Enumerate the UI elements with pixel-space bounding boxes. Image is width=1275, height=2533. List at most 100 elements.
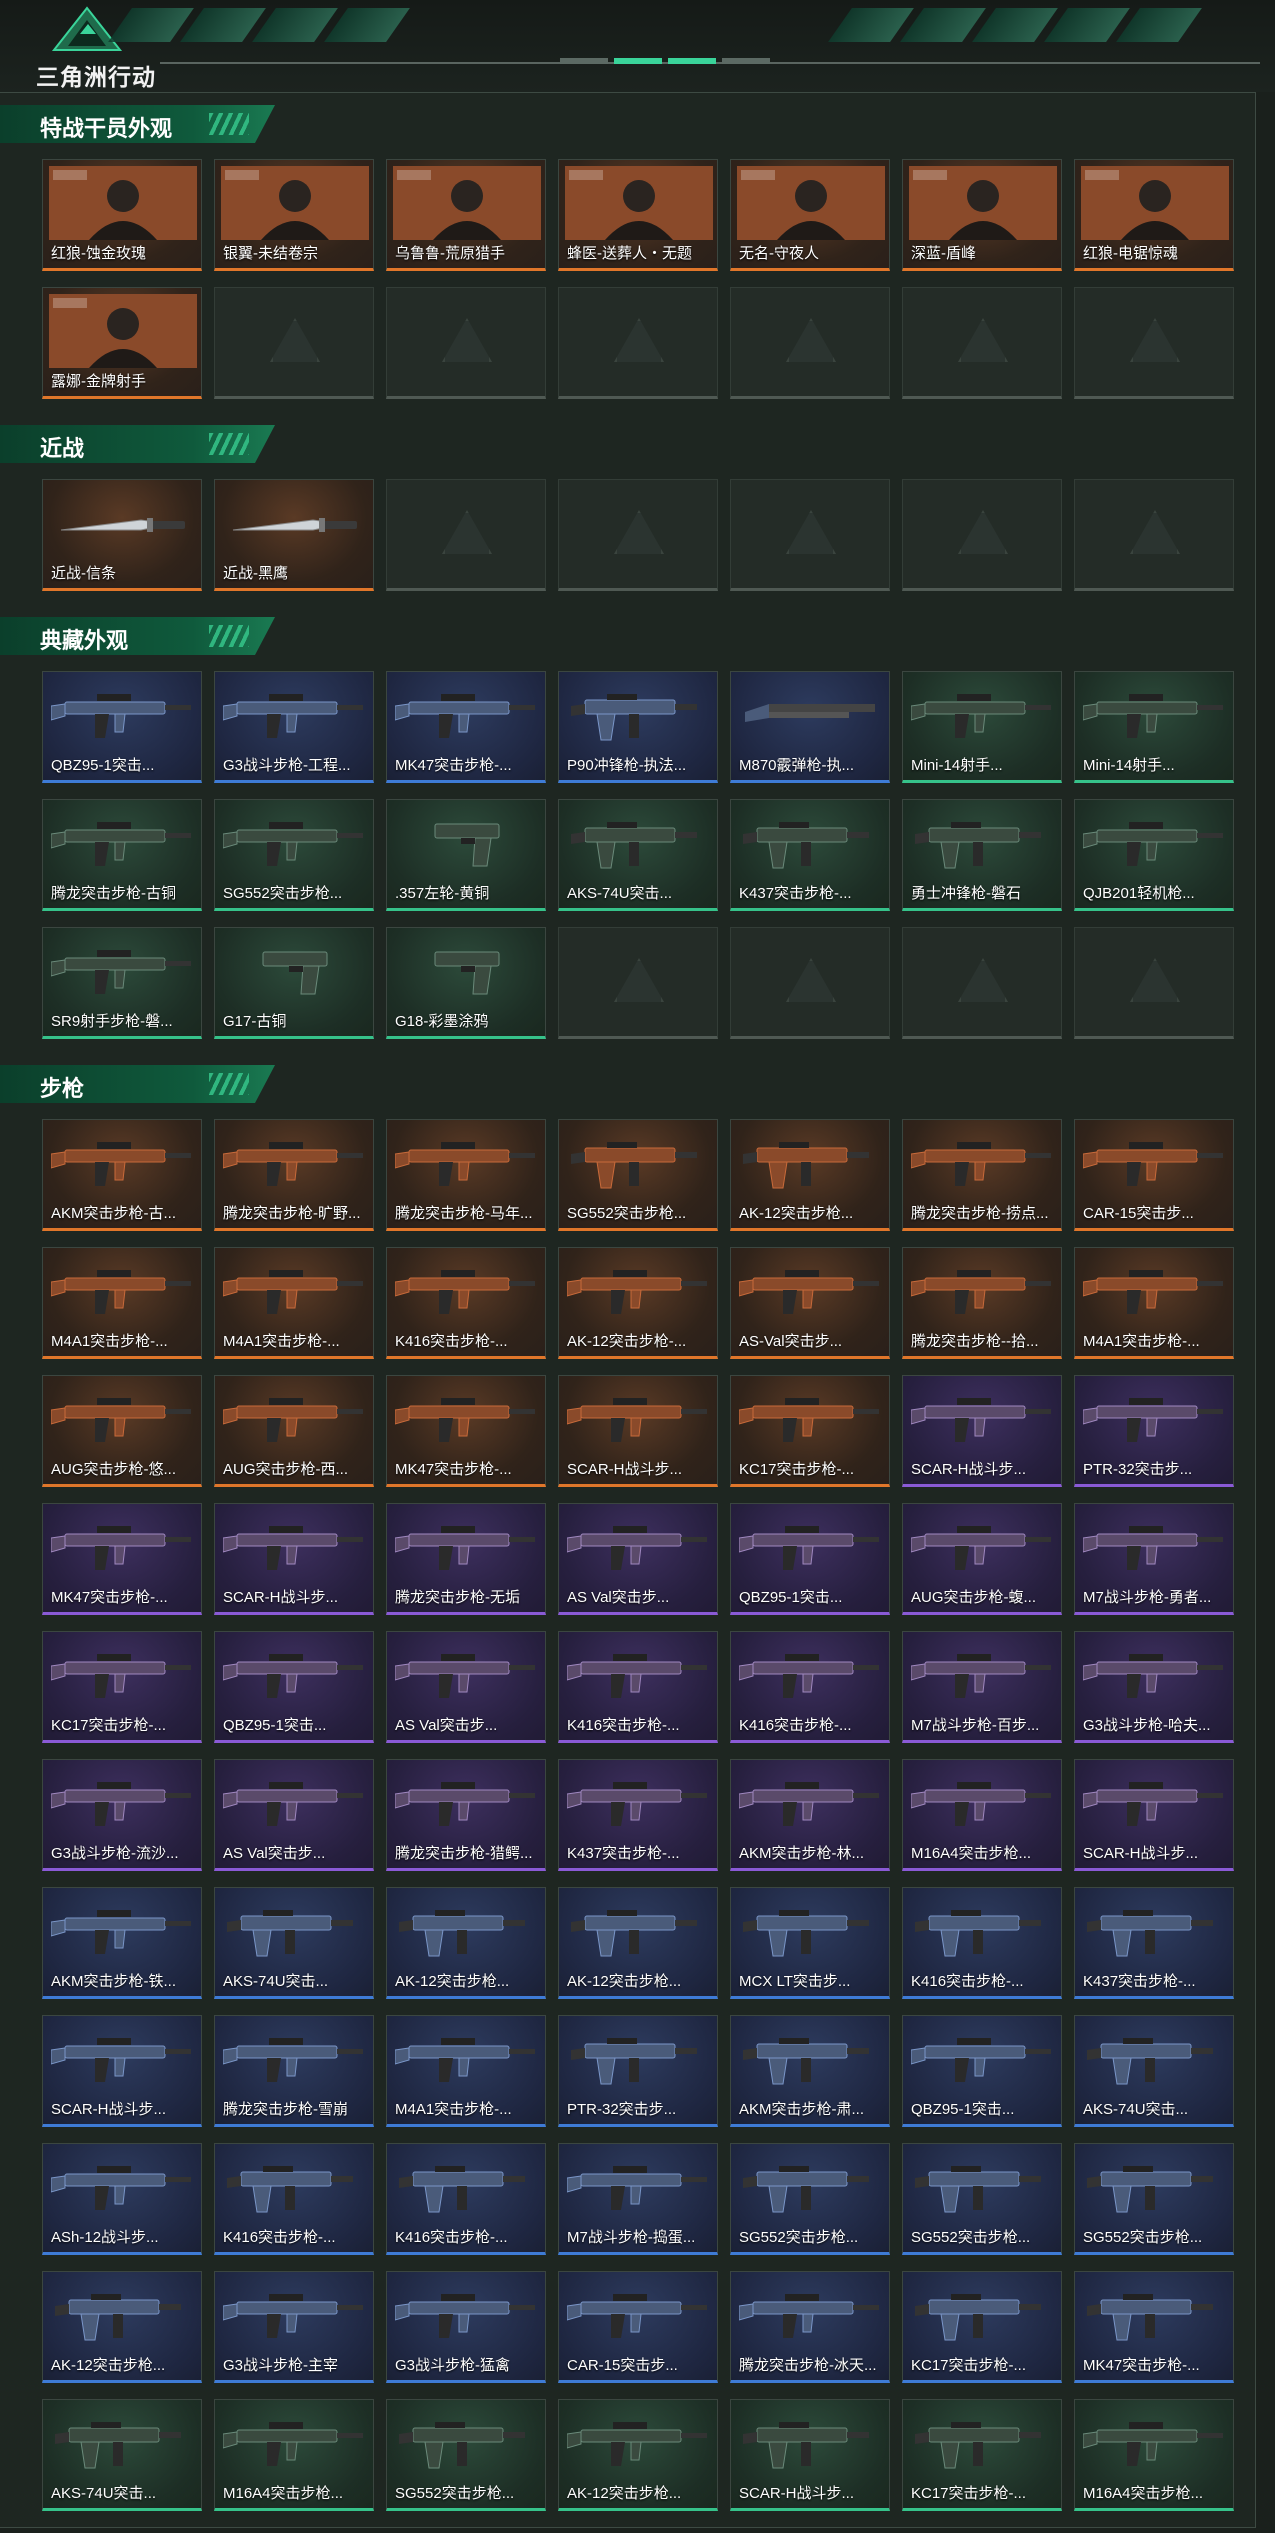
item-card[interactable]: SG552突击步枪... (1074, 2143, 1234, 2255)
item-card[interactable]: SCAR-H战斗步... (42, 2015, 202, 2127)
item-card[interactable]: M16A4突击步枪... (214, 2399, 374, 2511)
item-card[interactable]: AUG突击步枪-蝮... (902, 1503, 1062, 1615)
item-card[interactable]: MK47突击步枪-... (386, 671, 546, 783)
item-card[interactable]: AS Val突击步... (386, 1631, 546, 1743)
item-card[interactable]: K437突击步枪-... (730, 799, 890, 911)
item-card[interactable]: M870霰弹枪-执... (730, 671, 890, 783)
item-card[interactable]: SG552突击步枪... (214, 799, 374, 911)
item-card[interactable]: QBZ95-1突击... (214, 1631, 374, 1743)
item-card[interactable]: M4A1突击步枪-... (1074, 1247, 1234, 1359)
item-card[interactable]: AS-Val突击步... (730, 1247, 890, 1359)
item-card[interactable]: AS Val突击步... (558, 1503, 718, 1615)
item-card[interactable]: 乌鲁鲁-荒原猎手 (386, 159, 546, 271)
item-card[interactable]: G3战斗步枪-哈夫... (1074, 1631, 1234, 1743)
item-card[interactable]: 近战-黑鹰 (214, 479, 374, 591)
item-card[interactable]: SG552突击步枪... (902, 2143, 1062, 2255)
item-card[interactable]: AUG突击步枪-西... (214, 1375, 374, 1487)
item-card[interactable]: SCAR-H战斗步... (214, 1503, 374, 1615)
item-card[interactable]: 深蓝-盾峰 (902, 159, 1062, 271)
item-card[interactable]: M7战斗步枪-捣蛋... (558, 2143, 718, 2255)
item-card[interactable]: M7战斗步枪-勇者... (1074, 1503, 1234, 1615)
item-card[interactable]: 腾龙突击步枪-冰天... (730, 2271, 890, 2383)
item-card[interactable]: CAR-15突击步... (558, 2271, 718, 2383)
item-card[interactable]: K416突击步枪-... (386, 2143, 546, 2255)
item-card[interactable]: MK47突击步枪-... (42, 1503, 202, 1615)
item-card[interactable]: M4A1突击步枪-... (386, 2015, 546, 2127)
item-card[interactable]: AKM突击步枪-古... (42, 1119, 202, 1231)
item-card[interactable]: K437突击步枪-... (558, 1759, 718, 1871)
item-card[interactable]: SCAR-H战斗步... (730, 2399, 890, 2511)
item-card[interactable]: 露娜-金牌射手 (42, 287, 202, 399)
item-card[interactable]: 腾龙突击步枪-捞点... (902, 1119, 1062, 1231)
item-card[interactable]: K416突击步枪-... (558, 1631, 718, 1743)
item-card[interactable]: M4A1突击步枪-... (42, 1247, 202, 1359)
item-card[interactable]: SG552突击步枪... (386, 2399, 546, 2511)
item-card[interactable]: SCAR-H战斗步... (558, 1375, 718, 1487)
item-card[interactable]: 腾龙突击步枪--拾... (902, 1247, 1062, 1359)
item-card[interactable]: 腾龙突击步枪-古铜 (42, 799, 202, 911)
item-card[interactable]: M16A4突击步枪... (902, 1759, 1062, 1871)
item-card[interactable]: K437突击步枪-... (1074, 1887, 1234, 1999)
item-card[interactable]: G18-彩墨涂鸦 (386, 927, 546, 1039)
item-card[interactable]: G3战斗步枪-流沙... (42, 1759, 202, 1871)
item-card[interactable]: 红狼-电锯惊魂 (1074, 159, 1234, 271)
item-card[interactable]: MK47突击步枪-... (386, 1375, 546, 1487)
item-card[interactable]: CAR-15突击步... (1074, 1119, 1234, 1231)
item-card[interactable]: G17-古铜 (214, 927, 374, 1039)
item-card[interactable]: AS Val突击步... (214, 1759, 374, 1871)
item-card[interactable]: AKM突击步枪-铁... (42, 1887, 202, 1999)
item-card[interactable]: SG552突击步枪... (558, 1119, 718, 1231)
item-card[interactable]: KC17突击步枪-... (902, 2271, 1062, 2383)
item-card[interactable]: AKM突击步枪-肃... (730, 2015, 890, 2127)
item-card[interactable]: AK-12突击步枪... (386, 1887, 546, 1999)
item-card[interactable]: M7战斗步枪-百步... (902, 1631, 1062, 1743)
item-card[interactable]: K416突击步枪-... (730, 1631, 890, 1743)
item-card[interactable]: 腾龙突击步枪-雪崩 (214, 2015, 374, 2127)
item-card[interactable]: K416突击步枪-... (386, 1247, 546, 1359)
item-card[interactable]: AK-12突击步枪... (730, 1119, 890, 1231)
item-card[interactable]: AKM突击步枪-林... (730, 1759, 890, 1871)
item-card[interactable]: PTR-32突击步... (1074, 1375, 1234, 1487)
item-card[interactable]: .357左轮-黄铜 (386, 799, 546, 911)
item-card[interactable]: QJB201轻机枪... (1074, 799, 1234, 911)
item-card[interactable]: 勇士冲锋枪-磐石 (902, 799, 1062, 911)
item-card[interactable]: AKS-74U突击... (214, 1887, 374, 1999)
item-card[interactable]: K416突击步枪-... (214, 2143, 374, 2255)
item-card[interactable]: M16A4突击步枪... (1074, 2399, 1234, 2511)
item-card[interactable]: SCAR-H战斗步... (1074, 1759, 1234, 1871)
item-card[interactable]: 银翼-未结卷宗 (214, 159, 374, 271)
item-card[interactable]: QBZ95-1突击... (42, 671, 202, 783)
item-card[interactable]: 腾龙突击步枪-马年... (386, 1119, 546, 1231)
item-card[interactable]: KC17突击步枪-... (902, 2399, 1062, 2511)
item-card[interactable]: G3战斗步枪-主宰 (214, 2271, 374, 2383)
item-card[interactable]: K416突击步枪-... (902, 1887, 1062, 1999)
item-card[interactable]: 腾龙突击步枪-猎鳄... (386, 1759, 546, 1871)
item-card[interactable]: AK-12突击步枪... (558, 1887, 718, 1999)
item-card[interactable]: 腾龙突击步枪-旷野... (214, 1119, 374, 1231)
item-card[interactable]: 近战-信条 (42, 479, 202, 591)
item-card[interactable]: AK-12突击步枪-... (558, 1247, 718, 1359)
item-card[interactable]: MCX LT突击步... (730, 1887, 890, 1999)
item-card[interactable]: AUG突击步枪-悠... (42, 1375, 202, 1487)
item-card[interactable]: Mini-14射手... (902, 671, 1062, 783)
item-card[interactable]: SG552突击步枪... (730, 2143, 890, 2255)
item-card[interactable]: SCAR-H战斗步... (902, 1375, 1062, 1487)
item-card[interactable]: QBZ95-1突击... (730, 1503, 890, 1615)
item-card[interactable]: MK47突击步枪-... (1074, 2271, 1234, 2383)
item-card[interactable]: AKS-74U突击... (558, 799, 718, 911)
item-card[interactable]: P90冲锋枪-执法... (558, 671, 718, 783)
item-card[interactable]: PTR-32突击步... (558, 2015, 718, 2127)
item-card[interactable]: SR9射手步枪-磐... (42, 927, 202, 1039)
item-card[interactable]: KC17突击步枪-... (730, 1375, 890, 1487)
item-card[interactable]: AK-12突击步枪... (558, 2399, 718, 2511)
item-card[interactable]: KC17突击步枪-... (42, 1631, 202, 1743)
item-card[interactable]: ASh-12战斗步... (42, 2143, 202, 2255)
item-card[interactable]: QBZ95-1突击... (902, 2015, 1062, 2127)
item-card[interactable]: AKS-74U突击... (42, 2399, 202, 2511)
item-card[interactable]: AKS-74U突击... (1074, 2015, 1234, 2127)
item-card[interactable]: 红狼-蚀金玫瑰 (42, 159, 202, 271)
item-card[interactable]: 腾龙突击步枪-无垢 (386, 1503, 546, 1615)
item-card[interactable]: 蜂医-送葬人・无题 (558, 159, 718, 271)
item-card[interactable]: 无名-守夜人 (730, 159, 890, 271)
item-card[interactable]: M4A1突击步枪-... (214, 1247, 374, 1359)
